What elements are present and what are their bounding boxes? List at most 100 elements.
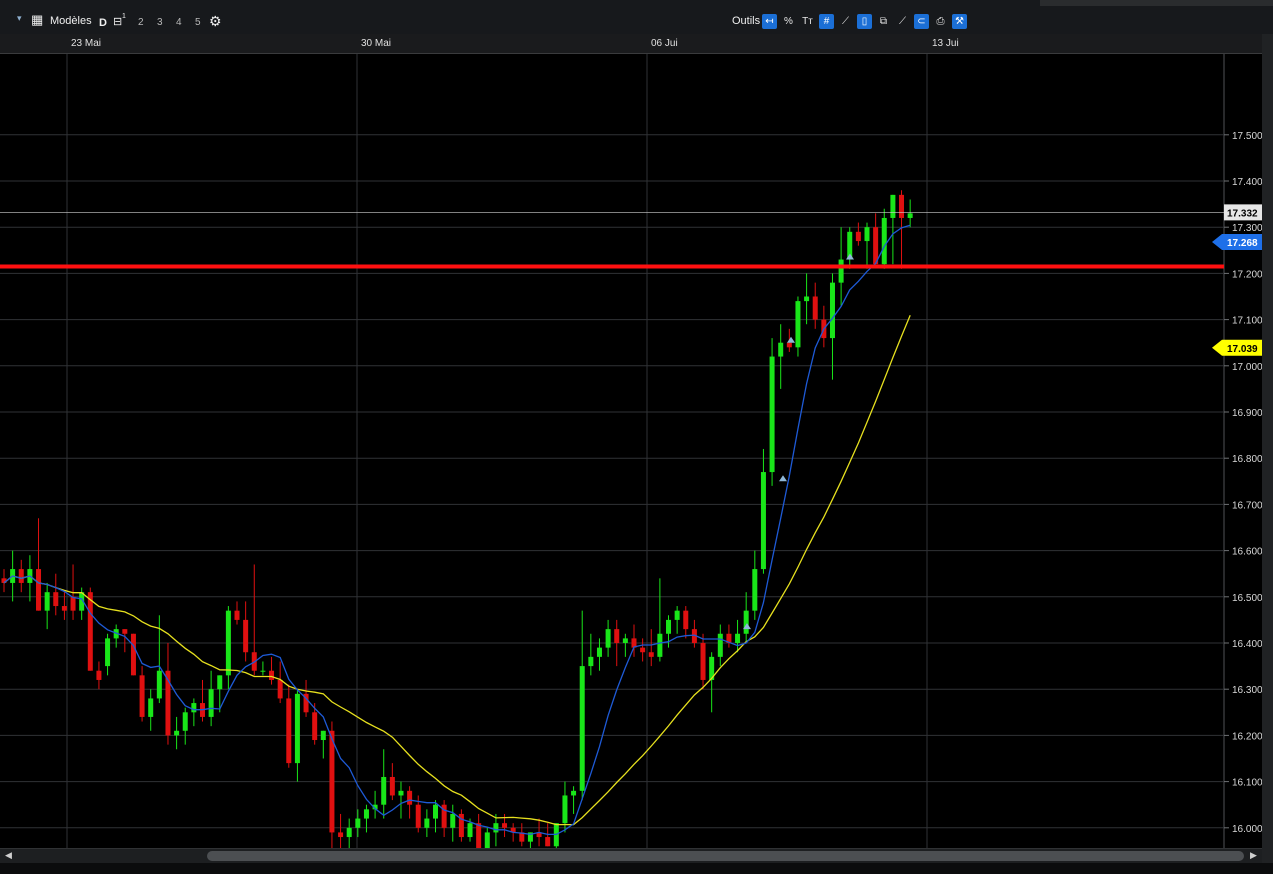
candle-body bbox=[217, 675, 223, 690]
scroll-left-icon[interactable]: ◀ bbox=[3, 850, 14, 861]
trendline-icon[interactable]: ⟋ bbox=[895, 14, 910, 29]
candle-body bbox=[174, 730, 180, 736]
price-tick-label: 16.100 bbox=[1232, 778, 1262, 789]
grid-icon[interactable]: # bbox=[819, 14, 834, 29]
candle-body bbox=[156, 670, 162, 699]
svg-text:17.332: 17.332 bbox=[1227, 208, 1258, 219]
price-tick-label: 16.300 bbox=[1232, 685, 1262, 696]
candle-body bbox=[605, 629, 611, 648]
print-icon[interactable]: ⎙ bbox=[933, 14, 948, 29]
price-chart[interactable]: 17.500 17.400 17.300 17.200 17.100 17.000 16.9… bbox=[0, 54, 1262, 848]
price-tick-label: 17.300 bbox=[1232, 223, 1262, 234]
candle-body bbox=[881, 217, 887, 265]
candle-body bbox=[890, 194, 896, 218]
date-label: 23 Mai bbox=[71, 38, 102, 49]
candle-icon[interactable]: ▯ bbox=[857, 14, 872, 29]
candle-body bbox=[122, 629, 128, 634]
date-label: 06 Jui bbox=[651, 38, 678, 49]
candle-body bbox=[269, 670, 275, 680]
top-status-strip bbox=[1040, 0, 1273, 6]
candle-body bbox=[596, 647, 602, 657]
layout-4-button[interactable]: 4 bbox=[176, 17, 182, 28]
candle-body bbox=[657, 633, 663, 657]
layout-icon[interactable]: ⊟ bbox=[113, 15, 122, 28]
tools-button[interactable]: Outils bbox=[732, 15, 760, 27]
candle-body bbox=[717, 633, 723, 657]
ma-fast-price-tag: 17.268 bbox=[1212, 233, 1262, 250]
candle-body bbox=[139, 675, 145, 717]
candle-body bbox=[225, 610, 231, 676]
candle-body bbox=[752, 569, 758, 611]
chart-toolbar: ▾ ▦ Modèles D ⊟ 1 2 3 4 5 ⚙ Outils ↤ % T… bbox=[0, 0, 1273, 34]
candle-body bbox=[148, 698, 154, 717]
date-label: 13 Jui bbox=[932, 38, 959, 49]
candle-body bbox=[804, 296, 810, 302]
svg-text:17.268: 17.268 bbox=[1227, 238, 1258, 249]
percent-icon[interactable]: % bbox=[781, 14, 796, 29]
scroll-thumb[interactable] bbox=[207, 851, 1244, 861]
candle-body bbox=[571, 790, 577, 796]
candle-body bbox=[545, 837, 551, 847]
candle-body bbox=[579, 666, 585, 791]
crosshair-icon[interactable]: ⟋ bbox=[838, 14, 853, 29]
candle-body bbox=[312, 712, 318, 741]
horizontal-scrollbar[interactable]: ◀ ▶ bbox=[0, 848, 1262, 863]
candle-body bbox=[363, 809, 369, 819]
layout-3-button[interactable]: 3 bbox=[157, 17, 163, 28]
layout-2-button[interactable]: 2 bbox=[138, 17, 144, 28]
gear-icon[interactable]: ⚙ bbox=[209, 13, 222, 30]
candle-body bbox=[778, 342, 784, 357]
text-tool-icon[interactable]: Tт bbox=[800, 14, 815, 29]
candle-body bbox=[838, 259, 844, 283]
candle-body bbox=[234, 610, 240, 620]
price-tick-label: 17.400 bbox=[1232, 177, 1262, 188]
candle-body bbox=[760, 472, 766, 570]
candle-body bbox=[53, 592, 59, 607]
bottom-status-bar bbox=[0, 863, 1273, 874]
cursor-tool-icon[interactable]: ↤ bbox=[762, 14, 777, 29]
candle-body bbox=[588, 656, 594, 667]
price-tick-label: 16.000 bbox=[1232, 824, 1262, 835]
candle-body bbox=[105, 638, 111, 667]
tag-icon[interactable]: ⊂ bbox=[914, 14, 929, 29]
candle-body bbox=[130, 633, 136, 676]
svg-text:17.039: 17.039 bbox=[1227, 344, 1258, 355]
candle-body bbox=[346, 827, 352, 838]
price-tick-label: 17.100 bbox=[1232, 316, 1262, 327]
calendar-icon[interactable]: ▦ bbox=[31, 12, 43, 28]
candle-body bbox=[493, 823, 499, 833]
candle-body bbox=[562, 795, 568, 824]
candle-body bbox=[320, 730, 326, 741]
candle-body bbox=[622, 638, 628, 643]
price-tick-label: 17.000 bbox=[1232, 362, 1262, 373]
layout-count: 1 bbox=[122, 13, 126, 20]
candle-body bbox=[381, 776, 387, 805]
price-tick-label: 16.800 bbox=[1232, 454, 1262, 465]
candle-body bbox=[433, 804, 438, 819]
candle-body bbox=[18, 569, 24, 583]
tools-settings-icon[interactable]: ⚒ bbox=[952, 14, 967, 29]
candle-body bbox=[829, 282, 835, 339]
models-button[interactable]: Modèles bbox=[50, 15, 92, 27]
chevron-down-icon[interactable]: ▾ bbox=[17, 13, 22, 24]
candle-body bbox=[294, 693, 300, 764]
candle-body bbox=[182, 712, 188, 731]
candle-body bbox=[700, 643, 706, 680]
price-tick-label: 16.600 bbox=[1232, 547, 1262, 558]
window-icon[interactable]: ⧉ bbox=[876, 14, 891, 29]
candle-body bbox=[648, 652, 654, 657]
price-tick-label: 16.900 bbox=[1232, 408, 1262, 419]
candle-body bbox=[683, 610, 689, 630]
candle-body bbox=[674, 610, 680, 620]
period-button[interactable]: D bbox=[99, 17, 107, 29]
price-tick-label: 16.200 bbox=[1232, 731, 1262, 742]
candle-body bbox=[640, 647, 646, 653]
layout-5-button[interactable]: 5 bbox=[195, 17, 201, 28]
date-axis-bar bbox=[0, 34, 1262, 54]
scroll-right-icon[interactable]: ▶ bbox=[1248, 850, 1259, 861]
ma-slow-price-tag: 17.039 bbox=[1212, 339, 1262, 356]
candle-body bbox=[812, 296, 818, 320]
candle-body bbox=[208, 689, 214, 717]
candle-body bbox=[502, 823, 508, 828]
candle-body bbox=[260, 670, 266, 672]
